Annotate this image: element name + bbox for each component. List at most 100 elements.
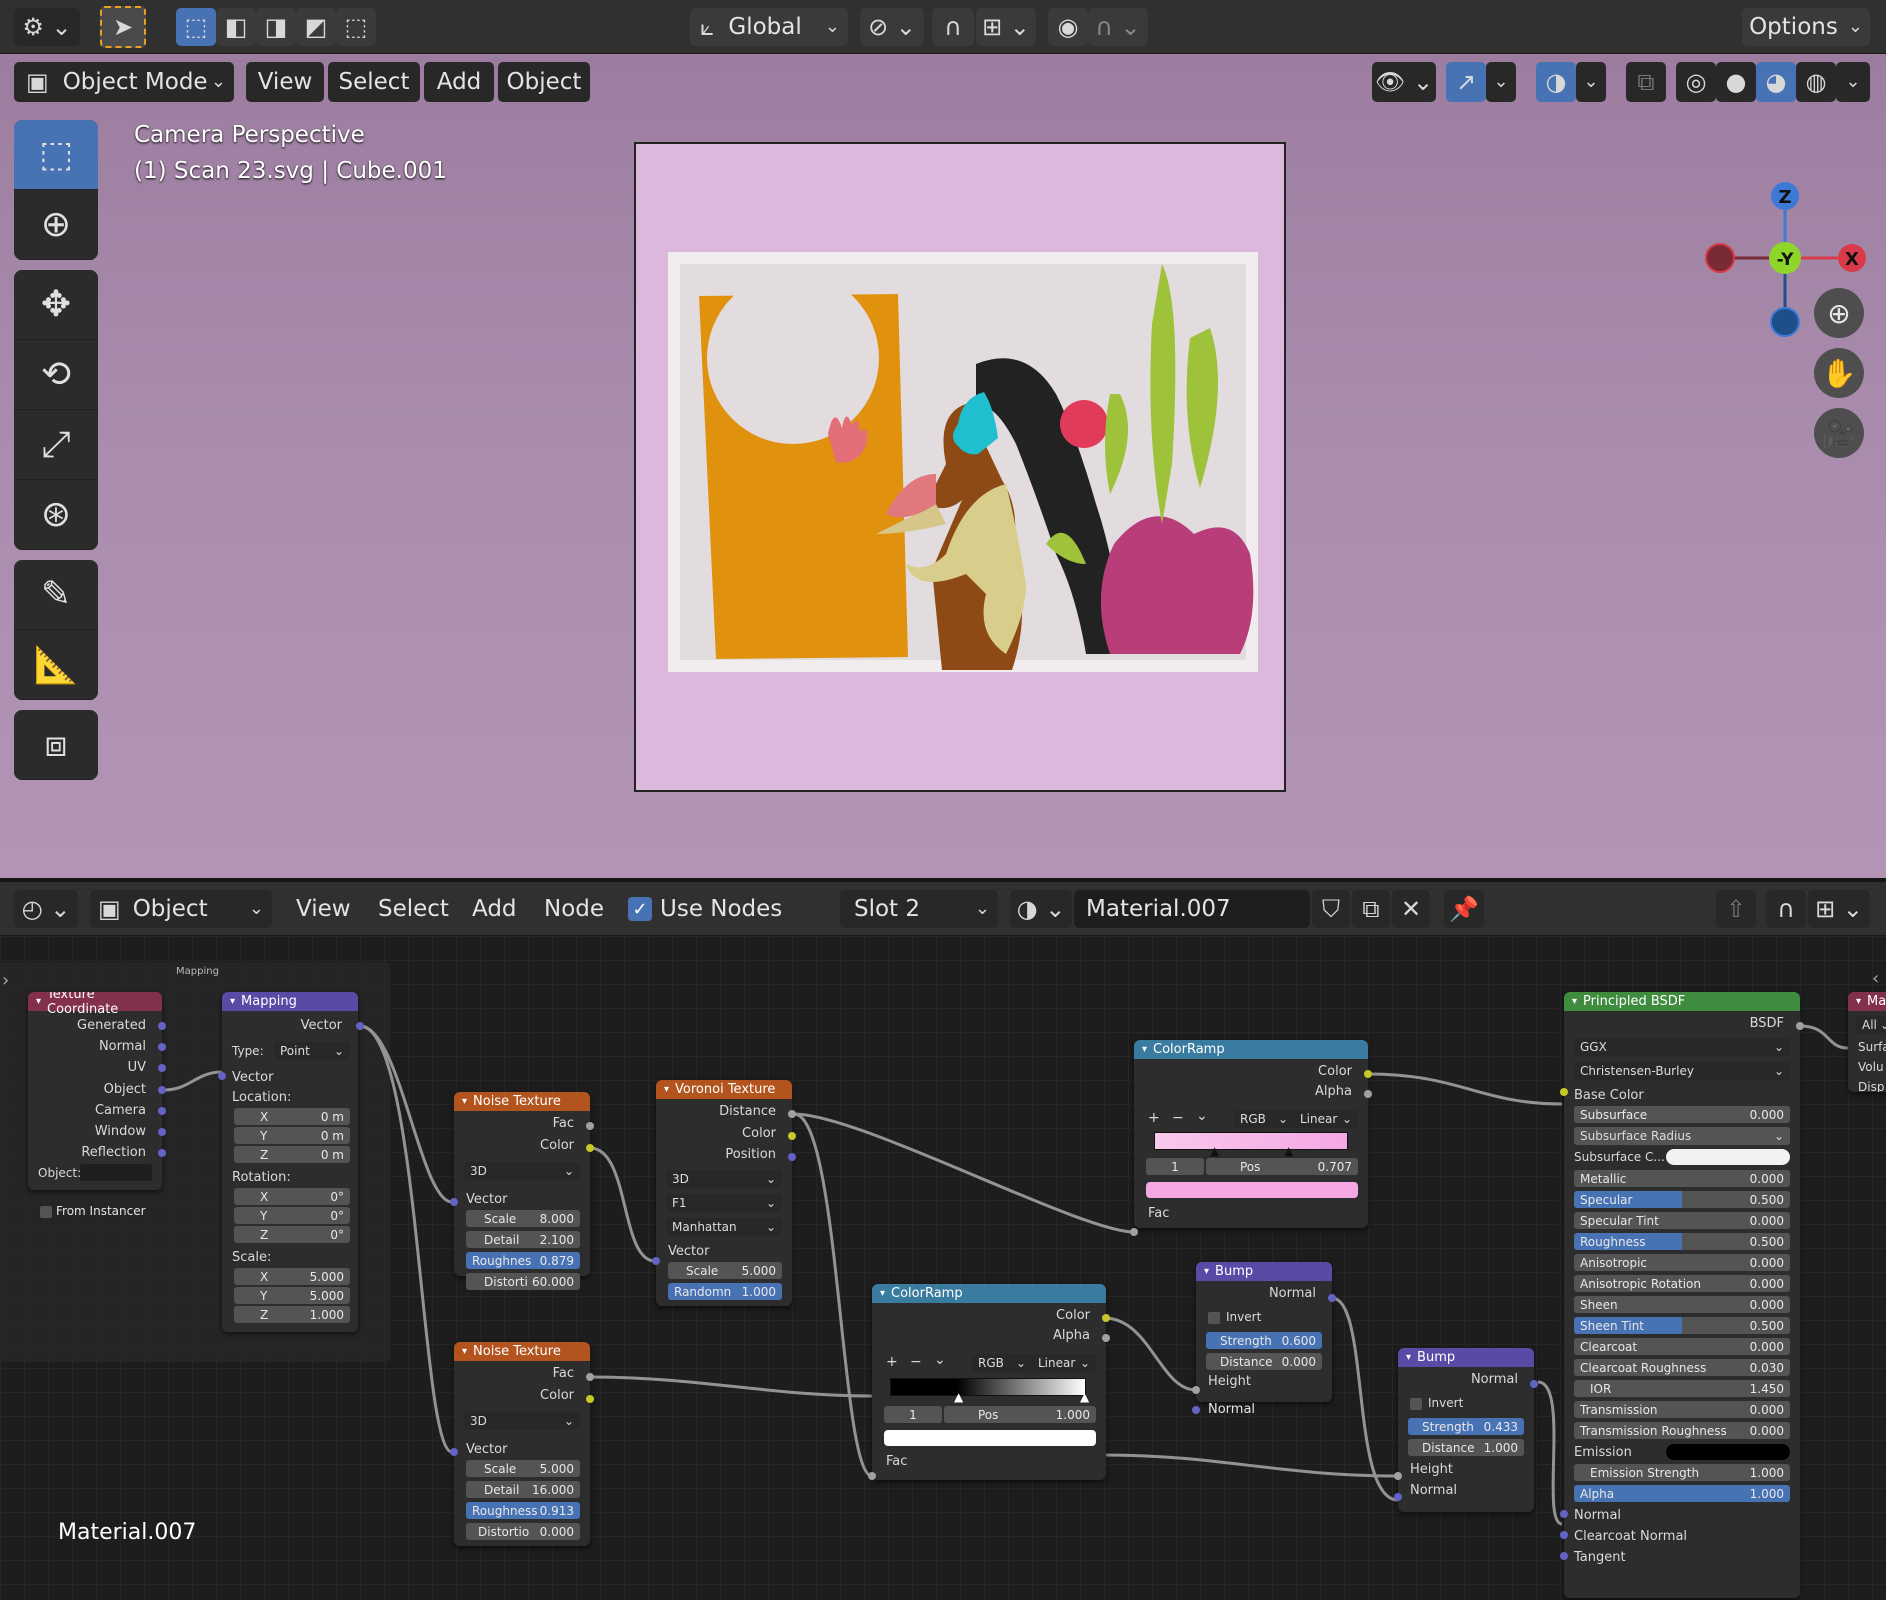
emission-color-swatch[interactable] xyxy=(1666,1444,1790,1460)
sheen-field[interactable]: Sheen 0.000 xyxy=(1574,1296,1790,1313)
scale-y-field[interactable]: Y 5.000 xyxy=(234,1287,350,1304)
socket-ramp1-fac[interactable] xyxy=(1130,1228,1138,1236)
ramp-menu-button[interactable]: ⌄ xyxy=(934,1352,946,1368)
proportional-edit-toggle[interactable]: ◉ xyxy=(1048,8,1088,46)
rotation-z-field[interactable]: Z 0° xyxy=(234,1226,350,1243)
socket-noise1-vector[interactable] xyxy=(450,1198,458,1206)
object-mode-dropdown[interactable]: ▣ Object Mode ⌄ xyxy=(14,62,234,102)
socket-ramp1-color[interactable] xyxy=(1364,1070,1372,1078)
distance-field[interactable]: Distance 0.000 xyxy=(1206,1353,1322,1370)
scale-x-field[interactable]: X 5.000 xyxy=(234,1268,350,1285)
stop-position-field[interactable]: Pos 0.707 xyxy=(1206,1158,1358,1175)
invert-checkbox[interactable] xyxy=(1208,1312,1220,1324)
sheen-tint-field[interactable]: Sheen Tint 0.500 xyxy=(1574,1317,1790,1334)
socket-bsdf-tangent[interactable] xyxy=(1560,1552,1568,1560)
viewport-menu-view[interactable]: View xyxy=(246,62,324,102)
camera-view-button[interactable]: 🎥 xyxy=(1814,408,1864,458)
metallic-field[interactable]: Metallic 0.000 xyxy=(1574,1170,1790,1187)
ramp-stop-1[interactable]: ▲ xyxy=(1080,1390,1089,1404)
node-colorramp-1[interactable]: ColorRamp Color Alpha + − ⌄ RGB Linear ▲… xyxy=(1134,1040,1368,1228)
socket-noise2-color[interactable] xyxy=(586,1395,594,1403)
node-texture-coordinate[interactable]: Texture Coordinate Generated Normal UV O… xyxy=(28,992,162,1190)
node-mapping[interactable]: Mapping Vector Type: Point Vector Locati… xyxy=(222,992,358,1332)
distortion-field[interactable]: Distorti 60.000 xyxy=(466,1273,580,1290)
node-menu-add[interactable]: Add xyxy=(472,896,517,922)
select-mode-intersect[interactable]: ⬚ xyxy=(336,8,376,46)
transform-orientation-dropdown[interactable]: ⟀ Global ⌄ xyxy=(690,8,848,46)
tool-rotate[interactable]: ⟲ xyxy=(14,340,98,410)
socket-bump2-out[interactable] xyxy=(1530,1380,1538,1388)
socket-noise2-vector[interactable] xyxy=(450,1448,458,1456)
socket-bsdf-normal[interactable] xyxy=(1560,1510,1568,1518)
ramp-stop-0[interactable]: ▲ xyxy=(954,1390,963,1404)
socket-noise1-color[interactable] xyxy=(586,1144,594,1152)
duplicate-material-button[interactable]: ⧉ xyxy=(1352,890,1390,928)
stop-color-swatch[interactable] xyxy=(1146,1182,1358,1198)
tool-measure[interactable]: 📐 xyxy=(14,630,98,700)
add-stop-button[interactable]: + xyxy=(1148,1110,1160,1126)
detail-field[interactable]: Detail 16.000 xyxy=(466,1481,580,1498)
use-nodes-checkbox[interactable]: ✓ xyxy=(628,897,652,921)
node-colorramp-2[interactable]: ColorRamp Color Alpha + − ⌄ RGB Linear ▲… xyxy=(872,1284,1106,1480)
node-material-output[interactable]: Ma All Surfa Volu Disp xyxy=(1848,992,1886,1092)
stop-index-field[interactable]: 1 xyxy=(1146,1158,1204,1175)
anisotropic-field[interactable]: Anisotropic 0.000 xyxy=(1574,1254,1790,1271)
tool-select-box[interactable]: ⬚ xyxy=(14,120,98,190)
interpolation-dropdown[interactable]: Linear xyxy=(1294,1110,1358,1128)
transmission-field[interactable]: Transmission 0.000 xyxy=(1574,1401,1790,1418)
pivot-point-dropdown[interactable]: ⊘ ⌄ xyxy=(860,8,924,46)
socket-normal[interactable] xyxy=(158,1043,166,1051)
subsurface-color-swatch[interactable] xyxy=(1666,1149,1790,1165)
location-z-field[interactable]: Z 0 m xyxy=(234,1146,350,1163)
node-bump-1[interactable]: Bump Normal Invert Strength 0.600 Distanc… xyxy=(1196,1262,1332,1402)
distance-field[interactable]: Distance 1.000 xyxy=(1408,1439,1524,1456)
roughness-field[interactable]: Roughness 0.913 xyxy=(466,1502,580,1519)
snap-toggle[interactable]: ∩ xyxy=(932,8,974,46)
interpolation-dropdown[interactable]: Linear xyxy=(1032,1354,1096,1372)
tool-add-cube[interactable]: ⧈ xyxy=(14,710,98,780)
dimensions-dropdown[interactable]: 3D xyxy=(464,1412,580,1430)
socket-bsdf-out[interactable] xyxy=(1796,1022,1804,1030)
shader-type-dropdown[interactable]: ▣ Object ⌄ xyxy=(90,890,272,928)
ior-field[interactable]: IOR 1.450 xyxy=(1574,1380,1790,1397)
tool-transform[interactable]: ⊛ xyxy=(14,480,98,550)
roughness-field[interactable]: Roughness 0.500 xyxy=(1574,1233,1790,1250)
type-dropdown[interactable]: Point xyxy=(274,1042,350,1060)
socket-voronoi-color[interactable] xyxy=(788,1132,796,1140)
anisotropic-rotation-field[interactable]: Anisotropic Rotation 0.000 xyxy=(1574,1275,1790,1292)
gizmo-toggle[interactable]: ↗ xyxy=(1446,62,1486,102)
socket-window[interactable] xyxy=(158,1128,166,1136)
node-principled-bsdf[interactable]: Principled BSDF BSDF GGX Christensen-Bur… xyxy=(1564,992,1800,1598)
target-dropdown[interactable]: All xyxy=(1856,1016,1886,1034)
alpha-field[interactable]: Alpha 1.000 xyxy=(1574,1485,1790,1502)
add-stop-button[interactable]: + xyxy=(886,1354,898,1370)
node-noise-texture-1[interactable]: Noise Texture Fac Color 3D Vector Scale 8… xyxy=(454,1092,590,1276)
material-name-field[interactable]: Material.007 xyxy=(1074,890,1310,928)
socket-uv[interactable] xyxy=(158,1064,166,1072)
rotation-y-field[interactable]: Y 0° xyxy=(234,1207,350,1224)
subsurface-radius-field[interactable]: Subsurface Radius xyxy=(1574,1127,1790,1145)
viewport-3d[interactable]: ▣ Object Mode ⌄ View Select Add Object 👁… xyxy=(0,54,1886,878)
socket-generated[interactable] xyxy=(158,1022,166,1030)
socket-ramp2-alpha[interactable] xyxy=(1102,1334,1110,1342)
socket-voronoi-position[interactable] xyxy=(788,1153,796,1161)
distortion-field[interactable]: Distortio 0.000 xyxy=(466,1523,580,1540)
gradient-bar[interactable] xyxy=(1154,1132,1348,1150)
transmission-roughness-field[interactable]: Transmission Roughness 0.000 xyxy=(1574,1422,1790,1439)
tool-scale[interactable]: ⤢ xyxy=(14,410,98,480)
strength-field[interactable]: Strength 0.600 xyxy=(1206,1332,1322,1349)
socket-bump1-height[interactable] xyxy=(1192,1386,1200,1394)
node-snap-toggle[interactable]: ∩ xyxy=(1766,890,1806,928)
visibility-dropdown[interactable]: 👁 ⌄ xyxy=(1372,62,1436,102)
invert-checkbox[interactable] xyxy=(1410,1398,1422,1410)
detail-field[interactable]: Detail 2.100 xyxy=(466,1231,580,1248)
viewport-menu-object[interactable]: Object xyxy=(498,62,590,102)
socket-reflection[interactable] xyxy=(158,1149,166,1157)
stop-color-swatch[interactable] xyxy=(884,1430,1096,1446)
ramp-stop-1[interactable]: ▲ xyxy=(1284,1144,1293,1158)
shading-rendered[interactable]: ◍ xyxy=(1796,62,1836,102)
viewport-menu-select[interactable]: Select xyxy=(328,62,420,102)
zoom-button[interactable]: ⊕ xyxy=(1814,288,1864,338)
stop-position-field[interactable]: Pos 1.000 xyxy=(944,1406,1096,1423)
gradient-bar[interactable] xyxy=(890,1378,1086,1396)
